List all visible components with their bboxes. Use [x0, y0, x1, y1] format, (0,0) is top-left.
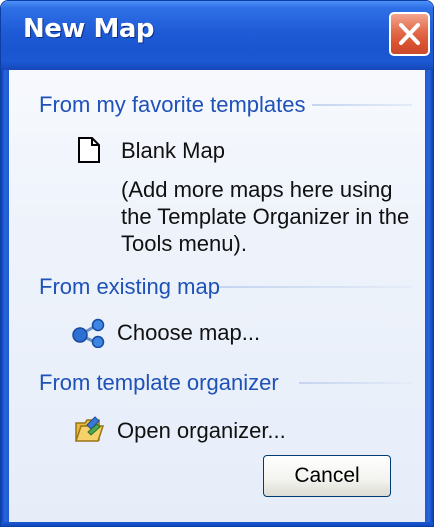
- open-organizer-link[interactable]: Open organizer...: [117, 418, 286, 444]
- dialog-body: From my favorite templates Blank Map (Ad…: [9, 70, 425, 522]
- window-frame-left: [1, 70, 9, 526]
- dialog-title: New Map: [23, 14, 155, 44]
- favorites-note: (Add more maps here using the Template O…: [121, 177, 410, 256]
- map-nodes-icon: [72, 318, 105, 348]
- section-header-organizer: From template organizer: [39, 370, 279, 395]
- cancel-button[interactable]: Cancel: [263, 455, 391, 497]
- section-header-favorites: From my favorite templates: [39, 92, 306, 117]
- window-frame-bottom: [1, 522, 433, 526]
- close-button[interactable]: [389, 12, 430, 56]
- section-divider: [219, 286, 412, 288]
- blank-page-icon: [78, 137, 100, 163]
- section-divider: [312, 104, 412, 106]
- new-map-dialog: New Map From my favorite templates Blank…: [0, 0, 434, 527]
- folder-organizer-icon: [74, 416, 105, 442]
- close-icon: [399, 23, 420, 45]
- window-frame-right: [425, 70, 433, 526]
- section-divider: [299, 382, 412, 384]
- title-bar[interactable]: New Map: [1, 1, 433, 70]
- blank-map-link[interactable]: Blank Map: [121, 138, 225, 164]
- choose-map-link[interactable]: Choose map...: [117, 320, 260, 346]
- section-header-existing: From existing map: [39, 274, 220, 299]
